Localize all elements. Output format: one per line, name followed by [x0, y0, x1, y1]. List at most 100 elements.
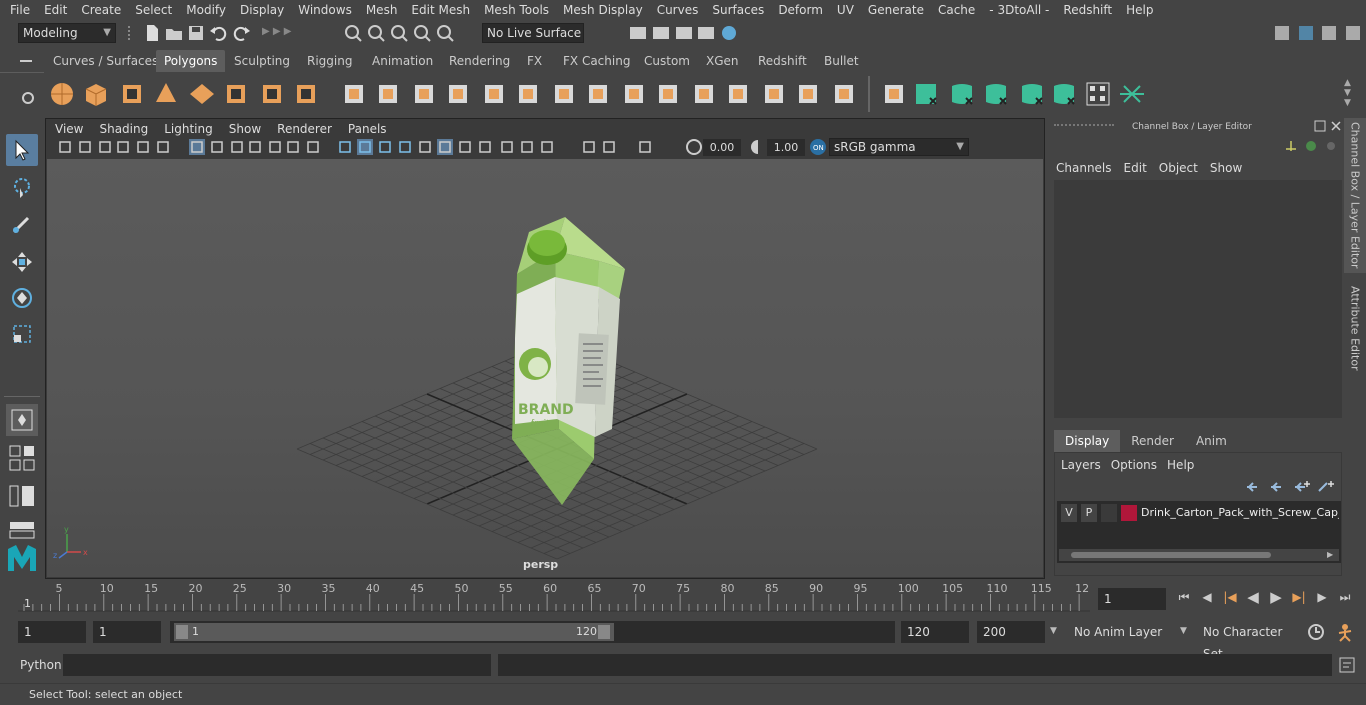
snap-grid-icon[interactable]: [343, 23, 363, 43]
menu-help[interactable]: Help: [1119, 3, 1160, 17]
poly-plane-icon[interactable]: [188, 80, 216, 108]
move-tool-button[interactable]: [6, 246, 38, 278]
new-scene-icon[interactable]: [142, 23, 162, 43]
menu-surfaces[interactable]: Surfaces: [705, 3, 771, 17]
grease-pencil-icon[interactable]: [135, 139, 151, 155]
float-panel-icon[interactable]: [1314, 120, 1326, 132]
circle-icon[interactable]: [1304, 139, 1318, 153]
isolate-select-icon[interactable]: [499, 139, 515, 155]
menu-create[interactable]: Create: [74, 3, 128, 17]
save-scene-icon[interactable]: [186, 23, 206, 43]
uv-layout-icon[interactable]: [1018, 80, 1046, 108]
safe-title-icon[interactable]: [305, 139, 321, 155]
menu-mesh-display[interactable]: Mesh Display: [556, 3, 650, 17]
select-tool-button[interactable]: [6, 134, 38, 166]
smooth-icon[interactable]: [444, 80, 472, 108]
tab-animation[interactable]: Animation: [364, 50, 441, 72]
redo-icon[interactable]: [232, 23, 252, 43]
menu-generate[interactable]: Generate: [861, 3, 931, 17]
ipr-render-icon[interactable]: [674, 23, 693, 43]
exposure-icon[interactable]: [685, 138, 703, 156]
chevron-right-icon[interactable]: ▶: [1327, 549, 1337, 561]
chevron-down-icon[interactable]: ▼: [1050, 626, 1062, 638]
layout-four-button[interactable]: [6, 442, 38, 474]
color-management-icon[interactable]: ON: [809, 138, 827, 156]
uv-editor-icon[interactable]: [982, 80, 1010, 108]
chevron-down-icon[interactable]: ▼: [1180, 626, 1192, 638]
menu-file[interactable]: File: [0, 3, 37, 17]
menu-mesh-tools[interactable]: Mesh Tools: [477, 3, 556, 17]
extract-icon[interactable]: [410, 80, 438, 108]
open-scene-icon[interactable]: [164, 23, 184, 43]
script-editor-icon[interactable]: [1338, 656, 1356, 674]
layer-scrollbar[interactable]: ▶: [1059, 549, 1339, 561]
wireframe-icon[interactable]: [337, 139, 353, 155]
play-backwards-icon[interactable]: ◀: [1243, 588, 1263, 606]
hud-icon[interactable]: [637, 139, 653, 155]
move-layer-up-icon[interactable]: [1245, 479, 1263, 495]
step-forward-key-icon[interactable]: ▶|: [1289, 588, 1309, 606]
undo-icon[interactable]: [208, 23, 228, 43]
step-back-key-icon[interactable]: |◀: [1220, 588, 1240, 606]
live-surface-field[interactable]: No Live Surface: [482, 23, 584, 43]
viewport-menu-lighting[interactable]: Lighting: [156, 122, 221, 136]
viewport-menu-shading[interactable]: Shading: [91, 122, 156, 136]
layer-menu-layers[interactable]: Layers: [1059, 455, 1109, 475]
layer-tab-display[interactable]: Display: [1054, 430, 1121, 452]
ambient-occlusion-icon[interactable]: [581, 139, 597, 155]
animation-prefs-icon[interactable]: [1334, 622, 1356, 642]
poly-cylinder-icon[interactable]: [118, 80, 146, 108]
select-camera-icon[interactable]: [57, 139, 73, 155]
snap-plane-icon[interactable]: [412, 23, 432, 43]
tab-attribute-editor[interactable]: Attribute Editor: [1344, 278, 1366, 378]
channel-box-menu-channels[interactable]: Channels: [1056, 158, 1124, 178]
insert-edge-loop-icon[interactable]: [654, 80, 682, 108]
merge-icon[interactable]: [760, 80, 788, 108]
exposure-field[interactable]: 0.00: [703, 139, 741, 156]
viewport-menu-show[interactable]: Show: [221, 122, 269, 136]
tab-custom[interactable]: Custom: [636, 50, 698, 72]
center-pivot-icon[interactable]: [830, 80, 858, 108]
menu-display[interactable]: Display: [233, 3, 291, 17]
attribute-editor-icon[interactable]: [1296, 23, 1316, 43]
playback-start-field[interactable]: 1: [93, 621, 161, 643]
menu-mesh[interactable]: Mesh: [359, 3, 405, 17]
layer-reference-toggle[interactable]: [1101, 504, 1117, 522]
poly-cube-icon[interactable]: [82, 80, 110, 108]
step-back-frame-icon[interactable]: ◀: [1197, 588, 1217, 606]
target-weld-icon[interactable]: [724, 80, 752, 108]
motion-blur-icon[interactable]: [519, 139, 535, 155]
tab-rendering[interactable]: Rendering: [441, 50, 518, 72]
menu-3dtoall[interactable]: - 3DtoAll -: [982, 3, 1056, 17]
shelf-gear-icon[interactable]: [20, 90, 36, 106]
poly-torus-icon[interactable]: [222, 80, 250, 108]
multi-cut-icon[interactable]: [690, 80, 718, 108]
layer-name[interactable]: Drink_Carton_Pack_with_Screw_Cap_M: [1141, 503, 1339, 523]
tool-settings-icon[interactable]: [1319, 23, 1339, 43]
boolean-icon[interactable]: [480, 80, 508, 108]
poly-pipe-icon[interactable]: [292, 80, 320, 108]
menu-windows[interactable]: Windows: [291, 3, 359, 17]
grid-icon[interactable]: [189, 139, 205, 155]
auto-key-icon[interactable]: [1306, 622, 1326, 642]
channel-box-menu-show[interactable]: Show: [1210, 158, 1254, 178]
select-by-edge-icon[interactable]: [1118, 80, 1146, 108]
character-set-dropdown[interactable]: No Character Set: [1197, 621, 1299, 661]
snap-point-icon[interactable]: [389, 23, 409, 43]
new-layer-selected-icon[interactable]: [1317, 479, 1335, 495]
anim-layer-dropdown[interactable]: No Anim Layer: [1068, 621, 1174, 643]
scale-tool-button[interactable]: [6, 318, 38, 350]
image-plane-icon[interactable]: [115, 139, 131, 155]
freeze-transform-icon[interactable]: [880, 80, 908, 108]
shelf-menu-icon[interactable]: [18, 54, 34, 68]
render-settings-icon[interactable]: [696, 23, 715, 43]
extrude-icon[interactable]: [550, 80, 578, 108]
shelf-scroll-arrows[interactable]: ▲ ▼ ▼: [1344, 78, 1356, 110]
close-icon[interactable]: [1330, 120, 1342, 132]
play-forwards-icon[interactable]: ▶: [1266, 588, 1286, 606]
menu-uv[interactable]: UV: [830, 3, 861, 17]
viewport-menu-renderer[interactable]: Renderer: [269, 122, 340, 136]
channel-box-icon[interactable]: [1343, 23, 1363, 43]
tab-fx[interactable]: FX: [519, 50, 550, 72]
gamma-icon[interactable]: [749, 138, 767, 156]
